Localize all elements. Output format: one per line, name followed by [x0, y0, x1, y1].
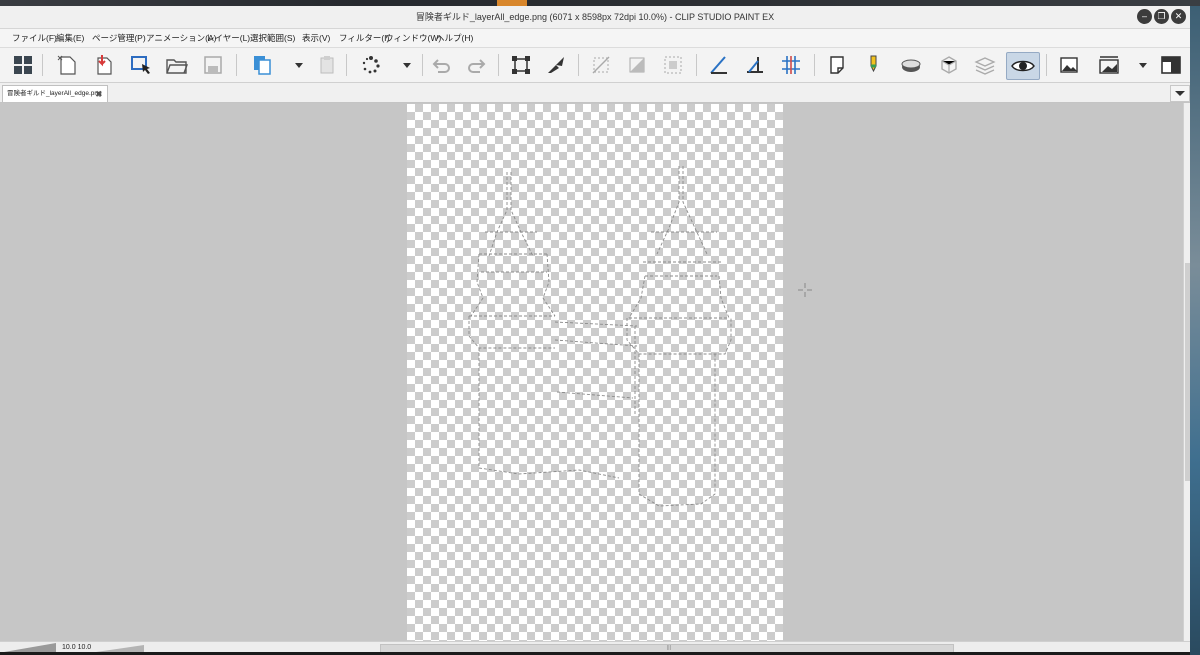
deselect-icon[interactable] — [588, 52, 614, 78]
preview-eye-icon[interactable] — [1006, 52, 1040, 80]
close-button[interactable]: ✕ — [1171, 9, 1186, 24]
dropdown-arrow-icon[interactable] — [1130, 52, 1156, 78]
dropdown-arrow-icon[interactable] — [394, 52, 420, 78]
chevron-down-icon — [1175, 91, 1185, 96]
fit-canvas-icon[interactable] — [1096, 52, 1122, 78]
document-tab-bar: 冒険者ギルド_layerAll_edge.png ✖ — [0, 83, 1190, 103]
crosshair-cursor-icon — [798, 283, 812, 297]
document-tab-label: 冒険者ギルド_layerAll_edge.png — [7, 90, 102, 97]
window-title: 冒険者ギルド_layerAll_edge.png (6071 x 8598px … — [415, 12, 775, 22]
toolbar-separator — [814, 54, 815, 76]
toolbar-separator — [236, 54, 237, 76]
title-bar[interactable]: 冒険者ギルド_layerAll_edge.png (6071 x 8598px … — [0, 6, 1190, 29]
toolbar-separator — [422, 54, 423, 76]
scroll-grip-icon: ||| — [667, 645, 671, 651]
select-all-icon[interactable] — [660, 52, 686, 78]
open-folder-icon[interactable] — [164, 52, 190, 78]
canvas-area[interactable] — [0, 103, 1183, 641]
grid-snap-icon[interactable] — [778, 52, 804, 78]
copy-pages-icon[interactable] — [250, 52, 276, 78]
command-bar — [0, 48, 1190, 83]
restore-button[interactable]: ❐ — [1154, 9, 1169, 24]
document-tab[interactable]: 冒険者ギルド_layerAll_edge.png ✖ — [2, 85, 108, 102]
menu-page-management[interactable]: ページ管理(P) — [92, 29, 146, 47]
toolbar-separator — [346, 54, 347, 76]
save-icon[interactable] — [200, 52, 226, 78]
menu-edit[interactable]: 編集(E) — [56, 29, 84, 47]
menu-layer[interactable]: レイヤー(L) — [206, 29, 250, 47]
reference-layer-icon[interactable] — [898, 52, 924, 78]
menu-selection[interactable]: 選択範囲(S) — [250, 29, 295, 47]
draft-layer-icon[interactable] — [824, 52, 850, 78]
menu-window[interactable]: ウィンドウ(W) — [385, 29, 441, 47]
tab-menu-button[interactable] — [1170, 85, 1190, 102]
menu-file[interactable]: ファイル(F) — [12, 29, 57, 47]
zoom-slider[interactable] — [4, 643, 56, 652]
invert-selection-icon[interactable] — [624, 52, 650, 78]
dots-spinner-icon[interactable] — [358, 52, 384, 78]
transform-icon[interactable] — [508, 52, 534, 78]
vertical-scrollbar[interactable] — [1183, 103, 1190, 641]
select-tool-icon[interactable] — [128, 52, 154, 78]
app-window: 冒険者ギルド_layerAll_edge.png (6071 x 8598px … — [0, 6, 1190, 652]
undo-icon[interactable] — [428, 52, 454, 78]
paste-icon[interactable] — [314, 52, 340, 78]
canvas-paper[interactable] — [407, 104, 783, 641]
desktop-right-strip — [1190, 6, 1200, 655]
menu-filter[interactable]: フィルター(I) — [339, 29, 389, 47]
3d-object-icon[interactable] — [936, 52, 962, 78]
grid-icon[interactable] — [10, 52, 36, 78]
redo-icon[interactable] — [464, 52, 490, 78]
menu-bar: ファイル(F) 編集(E) ページ管理(P) アニメーション(A) レイヤー(L… — [0, 29, 1190, 48]
rotate-slider[interactable] — [96, 643, 144, 652]
toolbar-separator — [578, 54, 579, 76]
zoom-level: 10.0 10.0 — [62, 644, 92, 651]
sharpen-icon[interactable] — [544, 52, 570, 78]
toolbar-separator — [696, 54, 697, 76]
status-bar: 10.0 10.0 ||| — [0, 641, 1190, 652]
close-icon[interactable]: ✖ — [95, 86, 103, 102]
menu-help[interactable]: ヘルプ(H) — [436, 29, 473, 47]
toolbar-separator — [1046, 54, 1047, 76]
dropdown-arrow-icon[interactable] — [286, 52, 312, 78]
pen-color-icon[interactable] — [860, 52, 886, 78]
toolbar-separator — [498, 54, 499, 76]
window-layout-icon[interactable] — [1158, 52, 1184, 78]
menu-view[interactable]: 表示(V) — [302, 29, 330, 47]
minimize-button[interactable]: – — [1137, 9, 1152, 24]
line-art-drawing — [468, 166, 732, 507]
toolbar-separator — [42, 54, 43, 76]
import-icon[interactable] — [90, 52, 116, 78]
new-file-icon[interactable] — [54, 52, 80, 78]
window-controls: – ❐ ✕ — [1137, 9, 1186, 24]
canvas-picture-icon[interactable] — [1056, 52, 1082, 78]
horizontal-scroll-thumb[interactable]: ||| — [380, 644, 954, 652]
special-ruler-icon[interactable] — [742, 52, 768, 78]
layer-stack-icon[interactable] — [972, 52, 998, 78]
ruler-snap-icon[interactable] — [706, 52, 732, 78]
vertical-scroll-thumb[interactable] — [1185, 263, 1190, 481]
